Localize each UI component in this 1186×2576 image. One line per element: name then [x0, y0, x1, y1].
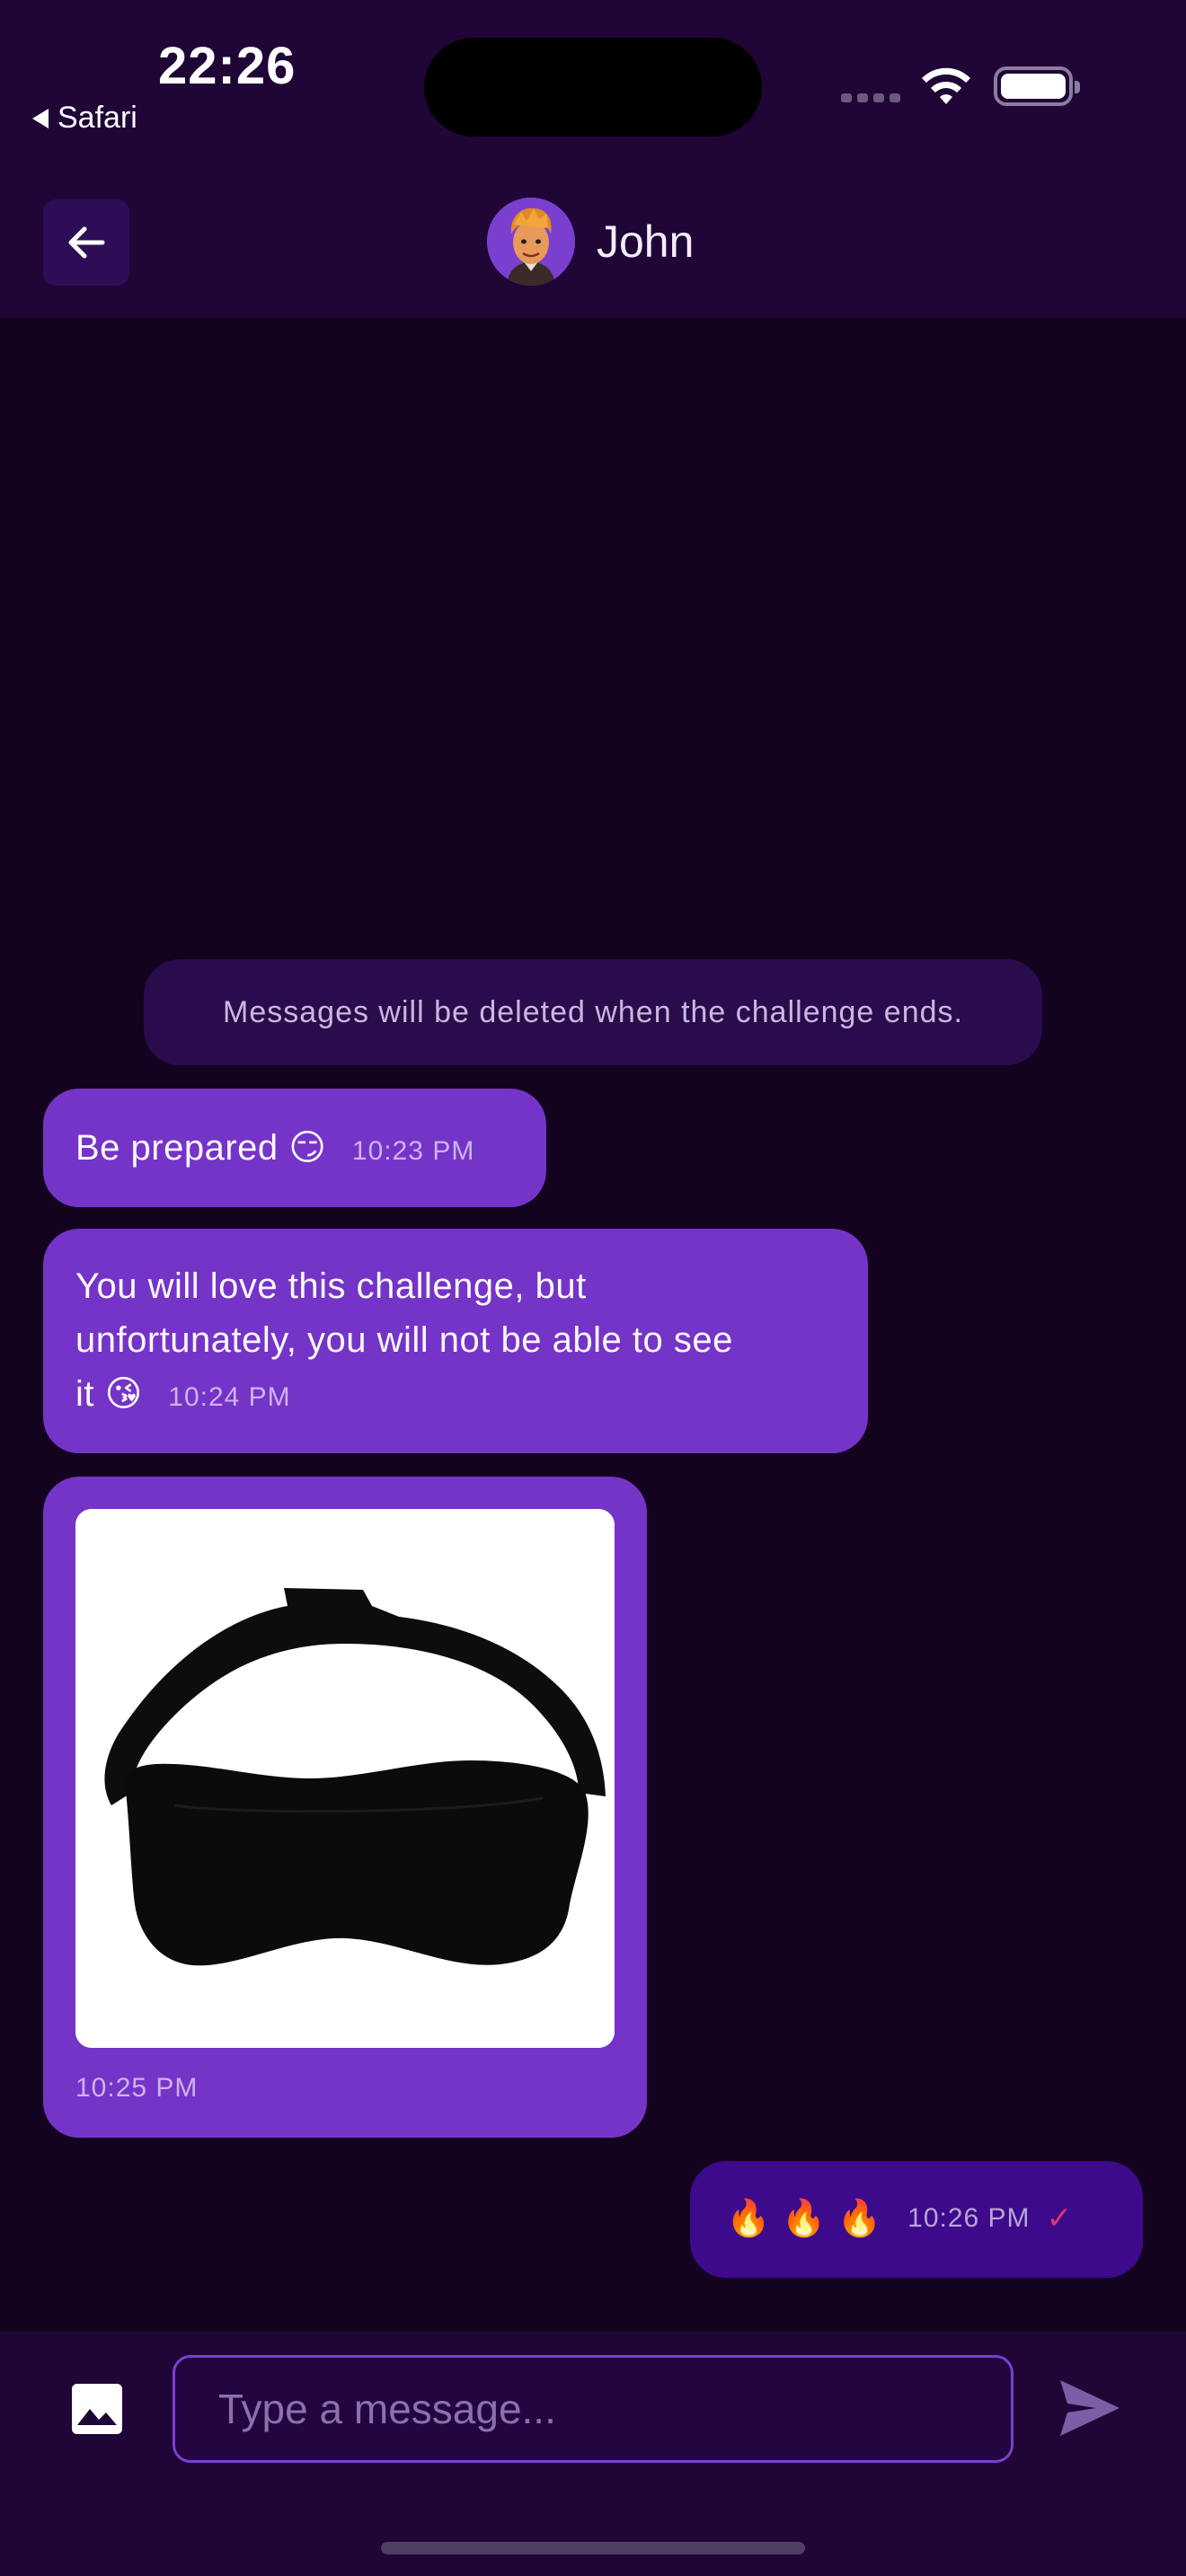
composer-bar: Type a message... [0, 2332, 1186, 2576]
sleep-mask-photo[interactable] [75, 1509, 615, 2048]
message-time: 10:26 PM [907, 2203, 1031, 2233]
send-icon[interactable] [1057, 2377, 1123, 2439]
contact-name[interactable]: John [597, 216, 694, 268]
arrow-left-icon [68, 226, 105, 259]
message-bubble-image[interactable]: 10:25 PM [43, 1477, 647, 2138]
message-time: 10:25 PM [75, 2073, 199, 2103]
sleep-mask-image [75, 1509, 615, 2048]
message-time: 10:23 PM [351, 1136, 475, 1166]
back-triangle-icon [32, 108, 49, 128]
dynamic-island [424, 38, 762, 137]
message-text: Be prepared 😏 [75, 1128, 327, 1168]
message-text-line: You will love this challenge, but [75, 1266, 587, 1306]
message-text-line: unfortunately, you will not be able to s… [75, 1320, 733, 1360]
back-to-app-link[interactable]: Safari [32, 101, 137, 136]
ephemeral-notice: Messages will be deleted when the challe… [144, 959, 1042, 1065]
read-check-icon: ✓ [1046, 2201, 1073, 2236]
status-time: 22:26 [158, 37, 296, 95]
home-indicator [381, 2542, 805, 2554]
message-bubble-incoming[interactable]: You will love this challenge, but unfort… [43, 1229, 868, 1453]
message-time: 10:24 PM [168, 1382, 291, 1412]
message-bubble-incoming[interactable]: Be prepared 😏 10:23 PM [43, 1089, 546, 1207]
cartoon-man-avatar-icon [487, 198, 575, 286]
battery-icon [994, 66, 1080, 106]
back-button[interactable] [43, 199, 129, 286]
chat-header: John [0, 180, 1186, 318]
chat-screen: 22:26 Safari John Messages will be delet… [0, 0, 1186, 2576]
wifi-icon [922, 67, 970, 104]
message-input[interactable]: Type a message... [173, 2355, 1013, 2463]
message-text: 🔥 🔥 🔥 [726, 2199, 883, 2238]
status-bar: 22:26 Safari [0, 0, 1186, 180]
back-app-label: Safari [58, 101, 137, 135]
avatar[interactable] [487, 198, 575, 286]
image-attach-button[interactable] [72, 2384, 122, 2434]
image-icon [72, 2384, 122, 2434]
message-bubble-outgoing[interactable]: 🔥 🔥 🔥 10:26 PM ✓ [690, 2161, 1143, 2278]
message-text-line: it 😘 [75, 1374, 143, 1414]
cellular-signal-icon [841, 93, 900, 102]
